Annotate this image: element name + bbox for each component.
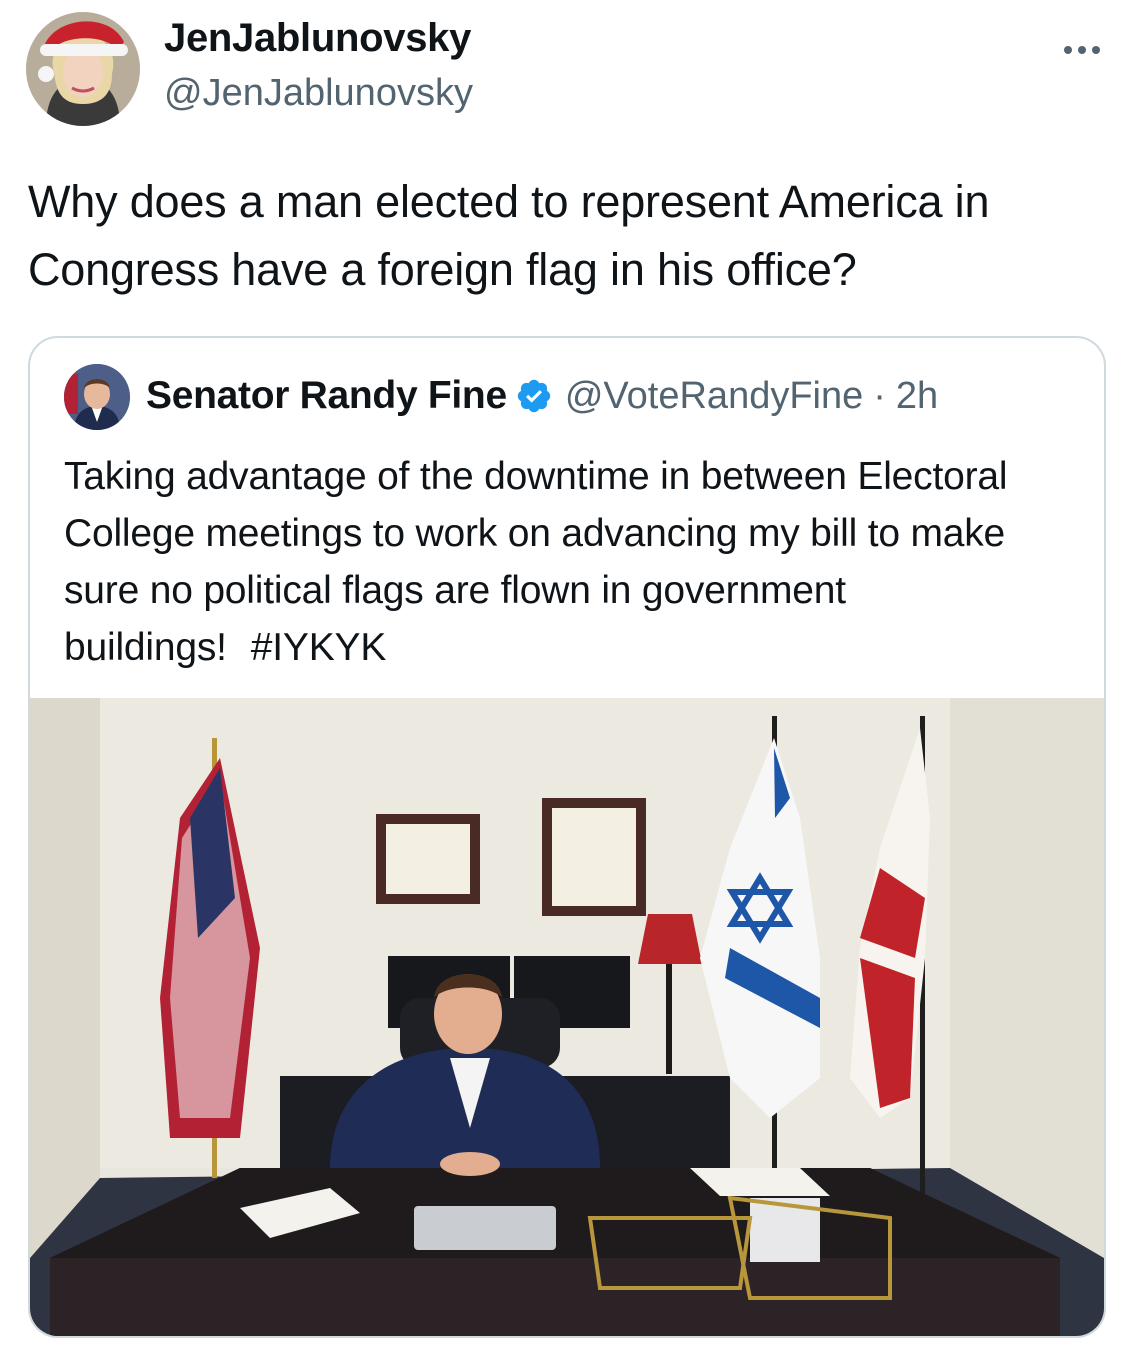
more-horizontal-icon [1064,46,1072,54]
more-options-button[interactable] [1052,30,1112,70]
quoted-tweet-photo[interactable] [30,698,1104,1336]
tweet-text: Why does a man elected to represent Amer… [28,176,990,295]
author-handle[interactable]: @JenJablunovsky [164,72,473,115]
separator-dot: · [873,374,886,417]
hashtag-link[interactable]: #IYKYK [251,626,387,669]
quoted-tweet-time[interactable]: 2h [896,375,938,418]
quoted-tweet-header: Senator Randy Fine @VoteRandyFine · 2h [146,374,938,418]
verified-badge-icon [515,377,553,415]
author-avatar[interactable] [26,12,140,126]
quoted-author-avatar[interactable] [64,364,130,430]
quoted-author-handle[interactable]: @VoteRandyFine [565,375,863,418]
quoted-tweet-text: Taking advantage of the downtime in betw… [64,448,1084,676]
quoted-tweet-body: Taking advantage of the downtime in betw… [64,455,1008,669]
author-display-name[interactable]: JenJablunovsky [164,16,471,61]
quoted-tweet-card[interactable]: Senator Randy Fine @VoteRandyFine · 2h T… [28,336,1106,1338]
quoted-author-name[interactable]: Senator Randy Fine [146,374,507,418]
tweet: JenJablunovsky @JenJablunovsky Why does … [0,0,1136,1358]
